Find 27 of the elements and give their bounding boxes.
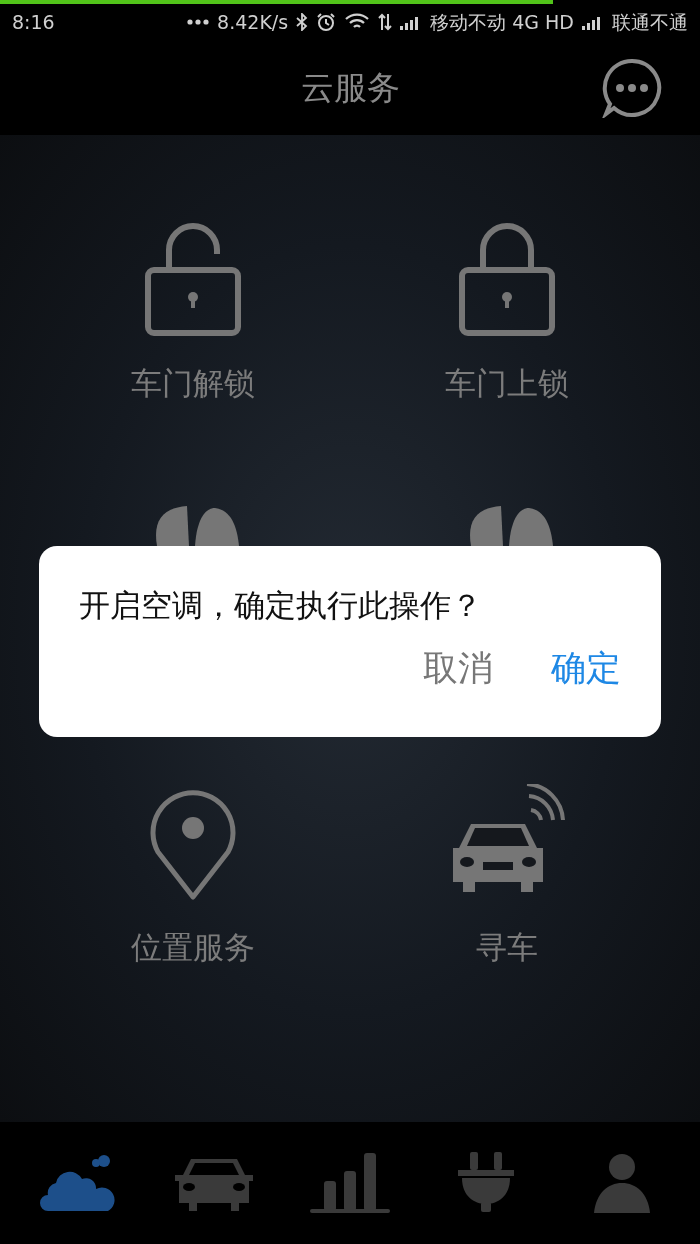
tile-label: 车门解锁: [131, 368, 255, 399]
padlock-icon: [459, 220, 555, 336]
service-tile[interactable]: 车门解锁: [131, 220, 255, 399]
cloud-icon[interactable]: [40, 1153, 116, 1213]
carrier-name: 移动不动 4G HD: [430, 9, 574, 35]
status-time: 8:16: [12, 9, 55, 35]
tile-label: 车门上锁: [445, 368, 569, 399]
tile-label: 位置服务: [131, 932, 255, 963]
plug-icon[interactable]: [458, 1152, 514, 1214]
confirm-button[interactable]: 确定: [551, 650, 621, 686]
data-arrows-icon: [378, 13, 393, 31]
dialog-message: 开启空调，确定执行此操作？: [79, 586, 483, 625]
unlocked-padlock-icon: [145, 220, 241, 336]
bluetooth-icon: [296, 13, 309, 31]
person-icon[interactable]: [594, 1153, 650, 1213]
service-tile[interactable]: 寻车: [449, 784, 565, 963]
bar-chart-icon[interactable]: [310, 1153, 390, 1213]
carrier-name: 联通不通: [612, 9, 688, 35]
more-dots-icon: [187, 19, 210, 25]
service-tile[interactable]: 位置服务: [131, 784, 255, 963]
chat-bubble-icon[interactable]: [602, 58, 662, 118]
tile-label: 寻车: [476, 932, 538, 963]
page-title: 云服务: [300, 66, 400, 109]
cancel-button[interactable]: 取消: [423, 650, 493, 686]
network-speed: 8.42K/s: [217, 9, 289, 35]
service-tile[interactable]: 车门上锁: [445, 220, 569, 399]
alarm-clock-icon: [316, 12, 337, 32]
